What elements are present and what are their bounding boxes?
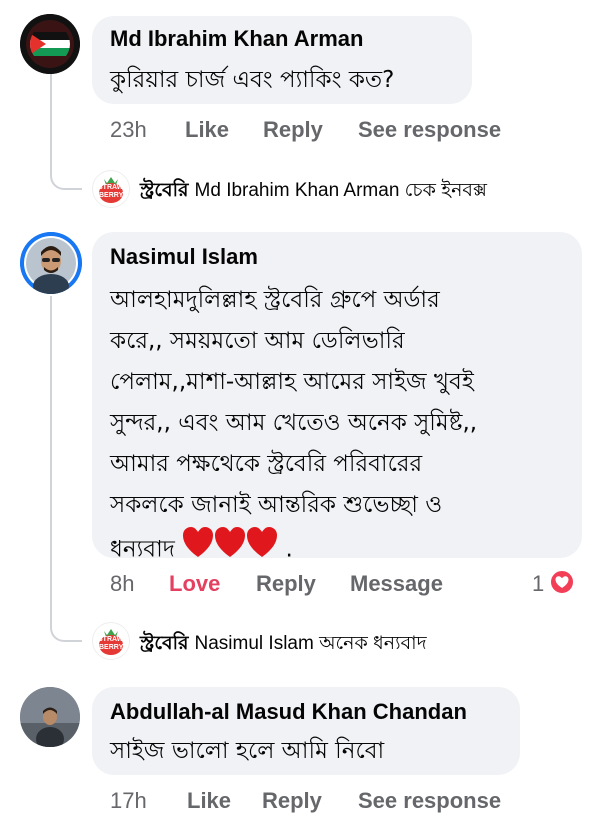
see-response-button[interactable]: See response [358, 788, 501, 814]
logo-text-top: STRAW [98, 636, 124, 643]
comment-line-last: ধন্যবাদ . [110, 526, 575, 574]
reply-text: Md Ibrahim Khan Arman চেক ইনবক্স [194, 180, 487, 201]
reply-preview[interactable]: স্ট্রবেরি Nasimul Islam অনেক ধন্যবাদ [140, 629, 427, 661]
love-button[interactable]: Love [169, 571, 220, 597]
comment-trailing: . [285, 536, 293, 563]
comment-author[interactable]: Abdullah-al Masud Khan Chandan [110, 699, 467, 725]
comment-text: আলহামদুলিল্লাহ স্ট্রবেরি গ্রুপে অর্ডার ক… [110, 280, 575, 574]
thread-connector [50, 580, 82, 642]
comment-author[interactable]: Nasimul Islam [110, 244, 258, 270]
comment-bubble[interactable]: Md Ibrahim Khan Arman কুরিয়ার চার্জ এবং… [92, 16, 472, 104]
love-reaction-icon [549, 569, 576, 599]
thread-connector [50, 74, 82, 190]
reply-button[interactable]: Reply [256, 571, 316, 597]
palestine-flag-icon [20, 14, 80, 74]
reply-button[interactable]: Reply [263, 117, 323, 143]
heart-emoji-icon [182, 526, 278, 574]
reply-button[interactable]: Reply [262, 788, 322, 814]
comment-line: সকলকে জানাই আন্তরিক শুভেচ্ছা ও [110, 492, 443, 518]
logo-text-top: STRAW [98, 184, 124, 191]
message-button[interactable]: Message [350, 571, 443, 597]
reply-text: Nasimul Islam অনেক ধন্যবাদ [194, 633, 427, 654]
reaction-count: 1 [532, 571, 545, 596]
logo-text-bottom: BERRY [99, 192, 124, 199]
comment-bubble[interactable]: Abdullah-al Masud Khan Chandan সাইজ ভালো… [92, 687, 520, 775]
page-avatar[interactable]: STRAW BERRY [92, 170, 130, 208]
thread-line [50, 296, 52, 584]
comment-author[interactable]: Md Ibrahim Khan Arman [110, 26, 363, 52]
like-button[interactable]: Like [187, 788, 231, 814]
comment-line: আলহামদুলিল্লাহ স্ট্রবেরি গ্রুপে অর্ডার [110, 287, 440, 313]
see-response-button[interactable]: See response [358, 117, 501, 143]
comment-text: সাইজ ভালো হলে আমি নিবো [110, 738, 385, 764]
comment-line: ধন্যবাদ [110, 536, 175, 563]
avatar[interactable] [20, 14, 80, 74]
avatar[interactable] [20, 687, 80, 747]
comment-line: করে,, সময়মতো আম ডেলিভারি [110, 328, 405, 354]
comment-time[interactable]: 8h [110, 571, 134, 597]
logo-text-bottom: BERRY [99, 644, 124, 651]
comment-text: কুরিয়ার চার্জ এবং প্যাকিং কত? [110, 67, 395, 93]
comment-line: আমার পক্ষথেকে স্ট্রবেরি পরিবারের [110, 451, 423, 477]
profile-photo-icon [20, 232, 82, 294]
avatar[interactable] [20, 232, 82, 294]
like-button[interactable]: Like [185, 117, 229, 143]
reply-preview[interactable]: স্ট্রবেরি Md Ibrahim Khan Arman চেক ইনবক্… [140, 176, 487, 208]
comment-line: পেলাম,,মাশা-আল্লাহ আমের সাইজ খুবই [110, 369, 474, 395]
profile-photo-icon [20, 687, 80, 747]
page-avatar[interactable]: STRAW BERRY [92, 622, 130, 660]
comment-time[interactable]: 23h [110, 117, 147, 143]
comment-time[interactable]: 17h [110, 788, 147, 814]
reaction-summary[interactable]: 1 [532, 569, 576, 599]
reply-author[interactable]: স্ট্রবেরি [140, 633, 189, 654]
reply-author[interactable]: স্ট্রবেরি [140, 180, 189, 201]
comment-line: সুন্দর,, এবং আম খেতেও অনেক সুমিষ্ট,, [110, 410, 478, 436]
comment-bubble[interactable]: Nasimul Islam আলহামদুলিল্লাহ স্ট্রবেরি গ… [92, 232, 582, 563]
